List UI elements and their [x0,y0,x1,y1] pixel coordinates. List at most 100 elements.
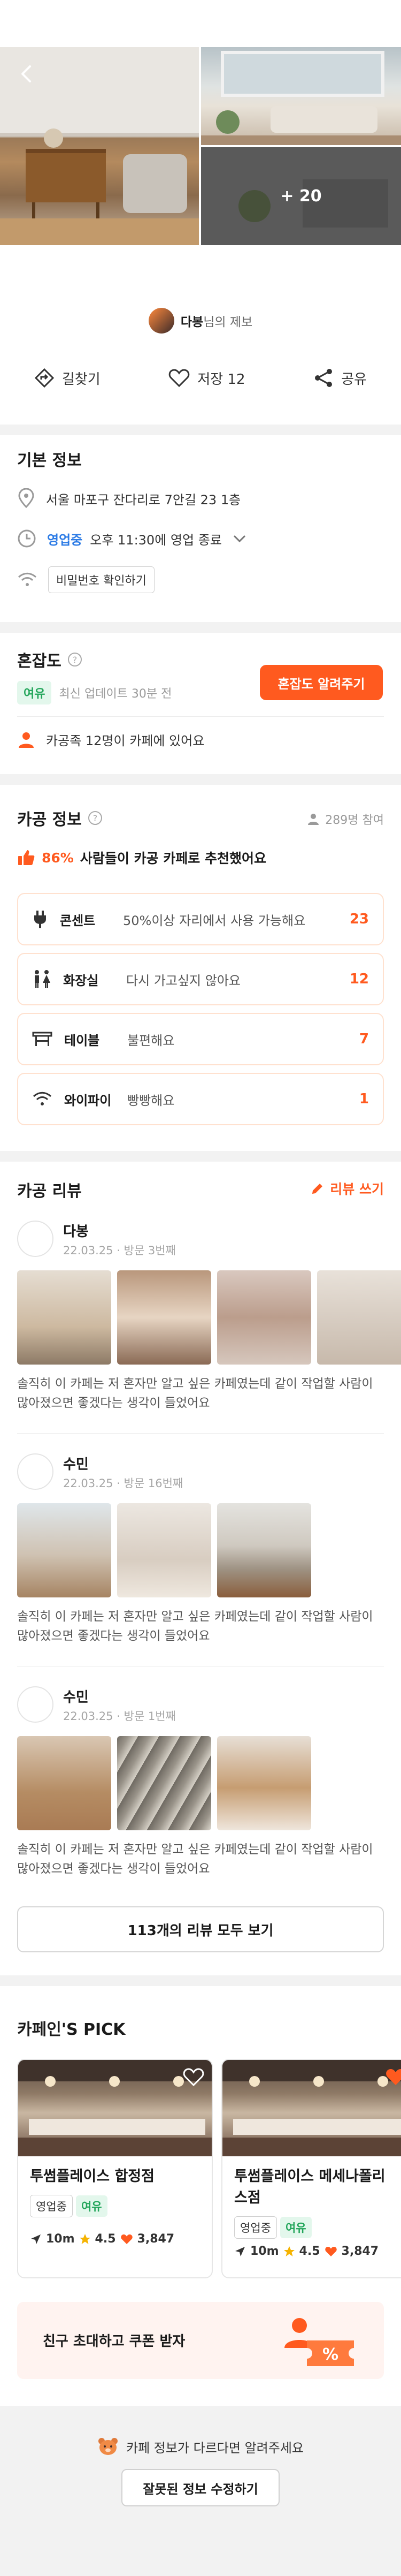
review-photo[interactable] [217,1503,311,1597]
divider-band [0,774,401,785]
reporter-avatar[interactable] [148,308,174,334]
congestion-updated: 최신 업데이트 30분 전 [59,687,172,701]
stat-count: 1 [359,1091,369,1107]
review-photo[interactable] [117,1503,211,1597]
tag-open: 영업중 [234,2216,277,2239]
action-bar: 길찾기 저장 12 공유 [0,362,401,394]
stat-name: 콘센트 [60,913,96,928]
likes: 3,847 [341,2245,379,2258]
heart-filled-icon[interactable] [385,2067,401,2087]
address-text[interactable]: 서울 마포구 잔다리로 7안길 23 1층 [46,489,241,508]
wifi-row: 비밀번호 확인하기 [17,566,155,593]
divider-band [0,1975,401,1986]
directions-icon [34,368,54,388]
person-icon [19,732,34,748]
stat-count: 12 [349,971,369,987]
all-reviews-button[interactable]: 113개의 리뷰 모두 보기 [17,1906,384,1952]
kagong-info-title: 카공 정보 [17,810,82,829]
save-label: 저장 12 [197,371,245,388]
review-photo[interactable] [117,1736,211,1830]
write-review-label: 리뷰 쓰기 [330,1181,384,1197]
help-icon[interactable]: ? [67,651,83,668]
stat-desc: 빵빵해요 [127,1093,175,1108]
address-row: 서울 마포구 잔다리로 7안길 23 1층 [17,488,241,509]
pick-card[interactable]: 투썸플레이스 메세나폴리스점 영업중 여유 10m 4.5 3,847 [221,2059,401,2278]
reporter-name[interactable]: 다봉 [181,315,203,329]
svg-text:?: ? [93,813,98,823]
review-meta: 22.03.25 · 방문 1번째 [63,1710,176,1723]
stat-desc: 50%이상 자리에서 사용 가능해요 [123,913,306,928]
tag-open: 영업중 [30,2195,73,2217]
divider [17,716,384,717]
hours-row[interactable]: 영업중 오후 11:30에 영업 종료 [17,529,246,548]
write-review-button[interactable]: 리뷰 쓰기 [311,1179,384,1198]
share-button[interactable]: 공유 [313,368,367,388]
review-photo[interactable] [217,1736,311,1830]
navigation-icon [31,2234,41,2244]
reviewer-name[interactable]: 수민 [63,1686,89,1706]
thumbs-up-icon [18,850,35,865]
bear-icon [98,2438,118,2455]
stat-count: 7 [359,1031,369,1047]
recommend-line: 86% 사람들이 카공 카페로 추천했어요 [17,848,266,867]
back-arrow-icon[interactable] [16,63,37,85]
cafe-photo-2[interactable] [201,47,401,145]
heart-filled-icon [325,2246,337,2256]
hero-gallery[interactable]: + 20 [0,47,401,245]
wifi-password-button[interactable]: 비밀번호 확인하기 [48,566,155,593]
save-button[interactable]: 저장 12 [168,368,245,388]
rating: 4.5 [299,2245,320,2258]
pick-card-image [222,2060,401,2156]
wifi-icon [18,572,37,586]
fix-info-button[interactable]: 잘못된 정보 수정하기 [121,2469,280,2506]
review-photo[interactable] [117,1270,211,1365]
pick-card[interactable]: 투썸플레이스 합정점 영업중 여유 10m 4.5 3,847 [17,2059,213,2278]
pick-card-meta: 10m 4.5 3,847 [234,2245,379,2258]
stat-row-wifi[interactable]: 와이파이 빵빵해요 1 [17,1073,384,1125]
heart-icon[interactable] [183,2067,204,2087]
reviewer-avatar[interactable] [17,1221,53,1257]
report-congestion-button[interactable]: 혼잡도 알려주기 [260,665,383,700]
reviewer-name[interactable]: 다봉 [63,1221,89,1240]
help-icon[interactable]: ? [87,810,103,826]
pick-card-meta: 10m 4.5 3,847 [30,2232,174,2246]
stat-row-table[interactable]: 테이블 불편해요 7 [17,1013,384,1065]
location-pin-icon [18,488,34,509]
svg-text:%: % [322,2345,338,2364]
stat-name: 와이파이 [64,1093,112,1108]
divider-band [0,425,401,435]
clock-icon [18,529,36,548]
distance: 10m [250,2245,279,2258]
stat-row-outlet[interactable]: 콘센트 50%이상 자리에서 사용 가능해요 23 [17,893,384,945]
review-photo[interactable] [317,1270,401,1365]
star-icon [283,2246,295,2256]
directions-button[interactable]: 길찾기 [34,368,101,388]
pick-card-tags: 영업중 여유 [30,2195,111,2217]
more-photos-count[interactable]: + 20 [201,147,401,245]
review-meta: 22.03.25 · 방문 3번째 [63,1244,176,1257]
stat-name: 화장실 [63,973,99,988]
participants-text: 289명 참여 [325,814,384,827]
reviewer-avatar[interactable] [17,1686,53,1723]
person-icon [308,814,319,825]
review-photo[interactable] [17,1736,111,1830]
chevron-down-icon[interactable] [233,534,246,543]
wifi-icon [33,1092,52,1105]
reviewer-name[interactable]: 수민 [63,1453,89,1473]
review-text: 솔직히 이 카페는 저 혼자만 알고 싶은 카페였는데 같이 작업할 사람이 많… [17,1843,373,1876]
stat-name: 테이블 [64,1033,100,1048]
stat-row-restroom[interactable]: 화장실 다시 가고싶지 않아요 12 [17,953,384,1005]
reviewer-avatar[interactable] [17,1453,53,1490]
review-photo[interactable] [217,1270,311,1365]
plug-icon [34,911,46,928]
pencil-icon [312,1184,323,1194]
stat-desc: 불편해요 [127,1033,175,1048]
navigation-icon [235,2246,245,2256]
review-photo[interactable] [17,1503,111,1597]
reporter-line: 다봉님의 제보 [0,308,401,334]
participants: 289명 참여 [307,810,384,828]
invite-banner[interactable]: 친구 초대하고 쿠폰 받자 % [17,2302,384,2379]
review-photo[interactable] [17,1270,111,1365]
stat-count: 23 [349,911,369,927]
reviews-title: 카공 리뷰 [17,1182,82,1201]
